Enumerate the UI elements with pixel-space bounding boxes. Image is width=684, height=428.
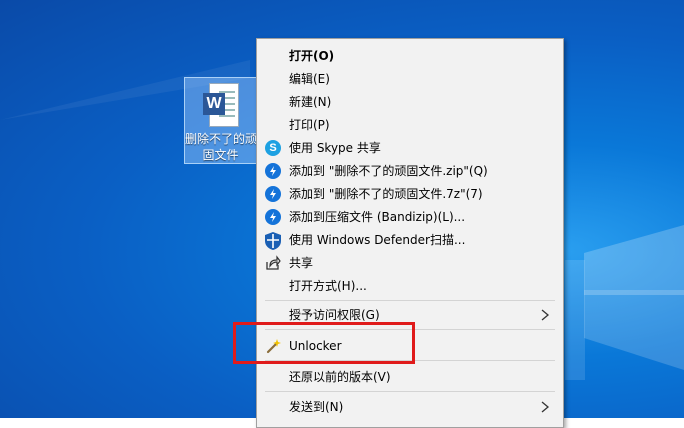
word-document-icon: W [203, 83, 239, 127]
desktop-file-icon[interactable]: W 删除不了的顽固 固文件 [184, 77, 257, 164]
menu-item-label: 还原以前的版本(V) [289, 370, 391, 384]
menu-separator [265, 300, 555, 301]
bandizip-icon [265, 163, 281, 179]
menu-item-label: 打开方式(H)... [289, 279, 367, 293]
menu-item-label: 使用 Windows Defender扫描... [289, 233, 466, 247]
menu-item-edit[interactable]: 编辑(E) [257, 68, 563, 90]
menu-item-label: 发送到(N) [289, 400, 344, 414]
menu-item-label: 编辑(E) [289, 72, 330, 86]
menu-separator [265, 391, 555, 392]
menu-item-label: 添加到 "删除不了的顽固文件.zip"(Q) [289, 164, 488, 178]
chevron-right-icon [539, 401, 551, 413]
menu-item-label: 添加到 "删除不了的顽固文件.7z"(7) [289, 187, 483, 201]
menu-item-restore-versions[interactable]: 还原以前的版本(V) [257, 366, 563, 388]
word-badge: W [203, 93, 225, 115]
wallpaper-window-pane [584, 225, 684, 295]
wallpaper-window-pane [584, 290, 684, 370]
menu-item-add-zip[interactable]: 添加到 "删除不了的顽固文件.zip"(Q) [257, 160, 563, 182]
menu-item-skype-share[interactable]: S 使用 Skype 共享 [257, 137, 563, 159]
defender-shield-icon [265, 232, 281, 250]
bandizip-icon [265, 186, 281, 202]
menu-item-add-archive-bandizip[interactable]: 添加到压缩文件 (Bandizip)(L)... [257, 206, 563, 228]
bandizip-icon [265, 209, 281, 225]
menu-item-label: 新建(N) [289, 95, 332, 109]
file-icon-label: 删除不了的顽固 固文件 [185, 131, 256, 163]
menu-item-new[interactable]: 新建(N) [257, 91, 563, 113]
menu-item-label: 使用 Skype 共享 [289, 141, 381, 155]
share-icon [265, 255, 281, 271]
skype-icon: S [265, 140, 281, 156]
chevron-right-icon [539, 309, 551, 321]
menu-item-defender-scan[interactable]: 使用 Windows Defender扫描... [257, 229, 563, 251]
menu-item-send-to[interactable]: 发送到(N) [257, 396, 563, 418]
menu-item-share[interactable]: 共享 [257, 252, 563, 274]
menu-item-label: 打开(O) [289, 49, 335, 63]
context-menu: 打开(O) 编辑(E) 新建(N) 打印(P) S 使用 Skype 共享 添加… [256, 38, 564, 428]
menu-item-label: 添加到压缩文件 (Bandizip)(L)... [289, 210, 466, 224]
menu-item-label: 共享 [289, 256, 314, 270]
menu-item-print[interactable]: 打印(P) [257, 114, 563, 136]
red-highlight-box [233, 322, 415, 364]
menu-item-open-with[interactable]: 打开方式(H)... [257, 275, 563, 297]
file-label-line2: 固文件 [202, 148, 239, 162]
wallpaper-window-pane [565, 260, 585, 380]
file-label-line1: 删除不了的顽固 [185, 132, 256, 146]
menu-item-add-7z[interactable]: 添加到 "删除不了的顽固文件.7z"(7) [257, 183, 563, 205]
menu-item-open[interactable]: 打开(O) [257, 45, 563, 67]
doc-line [219, 115, 235, 117]
menu-item-label: 打印(P) [289, 118, 330, 132]
